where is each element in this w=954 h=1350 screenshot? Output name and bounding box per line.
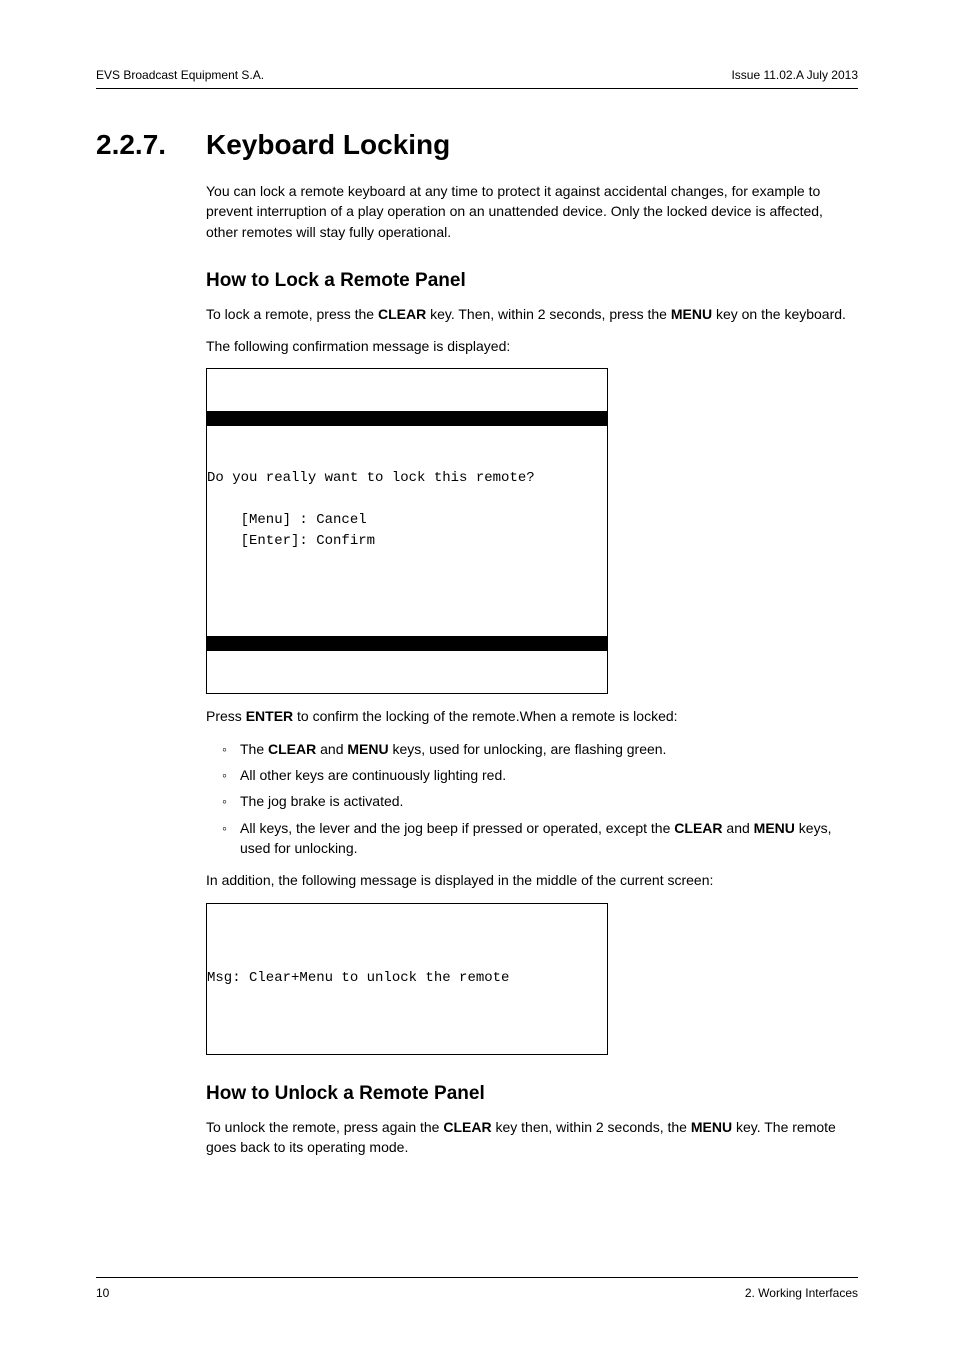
- menu-key: MENU: [691, 1119, 732, 1135]
- lock-p3: Press ENTER to confirm the locking of th…: [206, 706, 858, 726]
- text: To lock a remote, press the: [206, 306, 378, 322]
- lock-p1: To lock a remote, press the CLEAR key. T…: [206, 304, 858, 324]
- list-item: The jog brake is activated.: [240, 791, 858, 811]
- locked-behaviour-list: The CLEAR and MENU keys, used for unlock…: [206, 739, 858, 858]
- menu-key: MENU: [347, 741, 388, 757]
- lock-p2: The following confirmation message is di…: [206, 336, 858, 356]
- dialog-line1: Do you really want to lock this remote?: [207, 470, 535, 486]
- text: keys, used for unlocking, are flashing g…: [389, 741, 667, 757]
- lock-heading: How to Lock a Remote Panel: [206, 270, 858, 292]
- menu-key: MENU: [754, 820, 795, 836]
- section-number: 2.2.7.: [96, 129, 206, 161]
- text: and: [723, 820, 754, 836]
- list-item: The CLEAR and MENU keys, used for unlock…: [240, 739, 858, 759]
- text: to confirm the locking of the remote.Whe…: [293, 708, 677, 724]
- header-right: Issue 11.02.A July 2013: [731, 68, 858, 82]
- list-item: All keys, the lever and the jog beep if …: [240, 818, 858, 859]
- lock-p4: In addition, the following message is di…: [206, 870, 858, 890]
- bar-top: [207, 411, 607, 426]
- dialog-line3: [Enter]: Confirm: [207, 533, 375, 549]
- running-footer: 10 2. Working Interfaces: [96, 1277, 858, 1300]
- text: key on the keyboard.: [712, 306, 846, 322]
- clear-key: CLEAR: [674, 820, 722, 836]
- status-message-box: Msg: Clear+Menu to unlock the remote: [206, 903, 608, 1055]
- text: key. Then, within 2 seconds, press the: [426, 306, 671, 322]
- clear-key: CLEAR: [378, 306, 426, 322]
- enter-key: ENTER: [246, 708, 293, 724]
- status-line: Msg: Clear+Menu to unlock the remote: [207, 970, 509, 986]
- text: Press: [206, 708, 246, 724]
- list-item: All other keys are continuously lighting…: [240, 765, 858, 785]
- clear-key: CLEAR: [268, 741, 316, 757]
- unlock-p1: To unlock the remote, press again the CL…: [206, 1117, 858, 1158]
- header-left: EVS Broadcast Equipment S.A.: [96, 68, 264, 82]
- section-title: Keyboard Locking: [206, 129, 450, 161]
- bar-bottom: [207, 636, 607, 651]
- confirm-dialog-box: Do you really want to lock this remote? …: [206, 368, 608, 694]
- section-heading: 2.2.7. Keyboard Locking: [96, 129, 858, 161]
- clear-key: CLEAR: [443, 1119, 491, 1135]
- chapter-label: 2. Working Interfaces: [745, 1286, 858, 1300]
- text: The: [240, 741, 268, 757]
- unlock-heading: How to Unlock a Remote Panel: [206, 1083, 858, 1105]
- text: key then, within 2 seconds, the: [492, 1119, 691, 1135]
- intro-paragraph: You can lock a remote keyboard at any ti…: [206, 181, 858, 242]
- text: To unlock the remote, press again the: [206, 1119, 443, 1135]
- page-number: 10: [96, 1286, 109, 1300]
- menu-key: MENU: [671, 306, 712, 322]
- text: All keys, the lever and the jog beep if …: [240, 820, 674, 836]
- running-header: EVS Broadcast Equipment S.A. Issue 11.02…: [96, 68, 858, 89]
- text: and: [316, 741, 347, 757]
- dialog-line2: [Menu] : Cancel: [207, 512, 367, 528]
